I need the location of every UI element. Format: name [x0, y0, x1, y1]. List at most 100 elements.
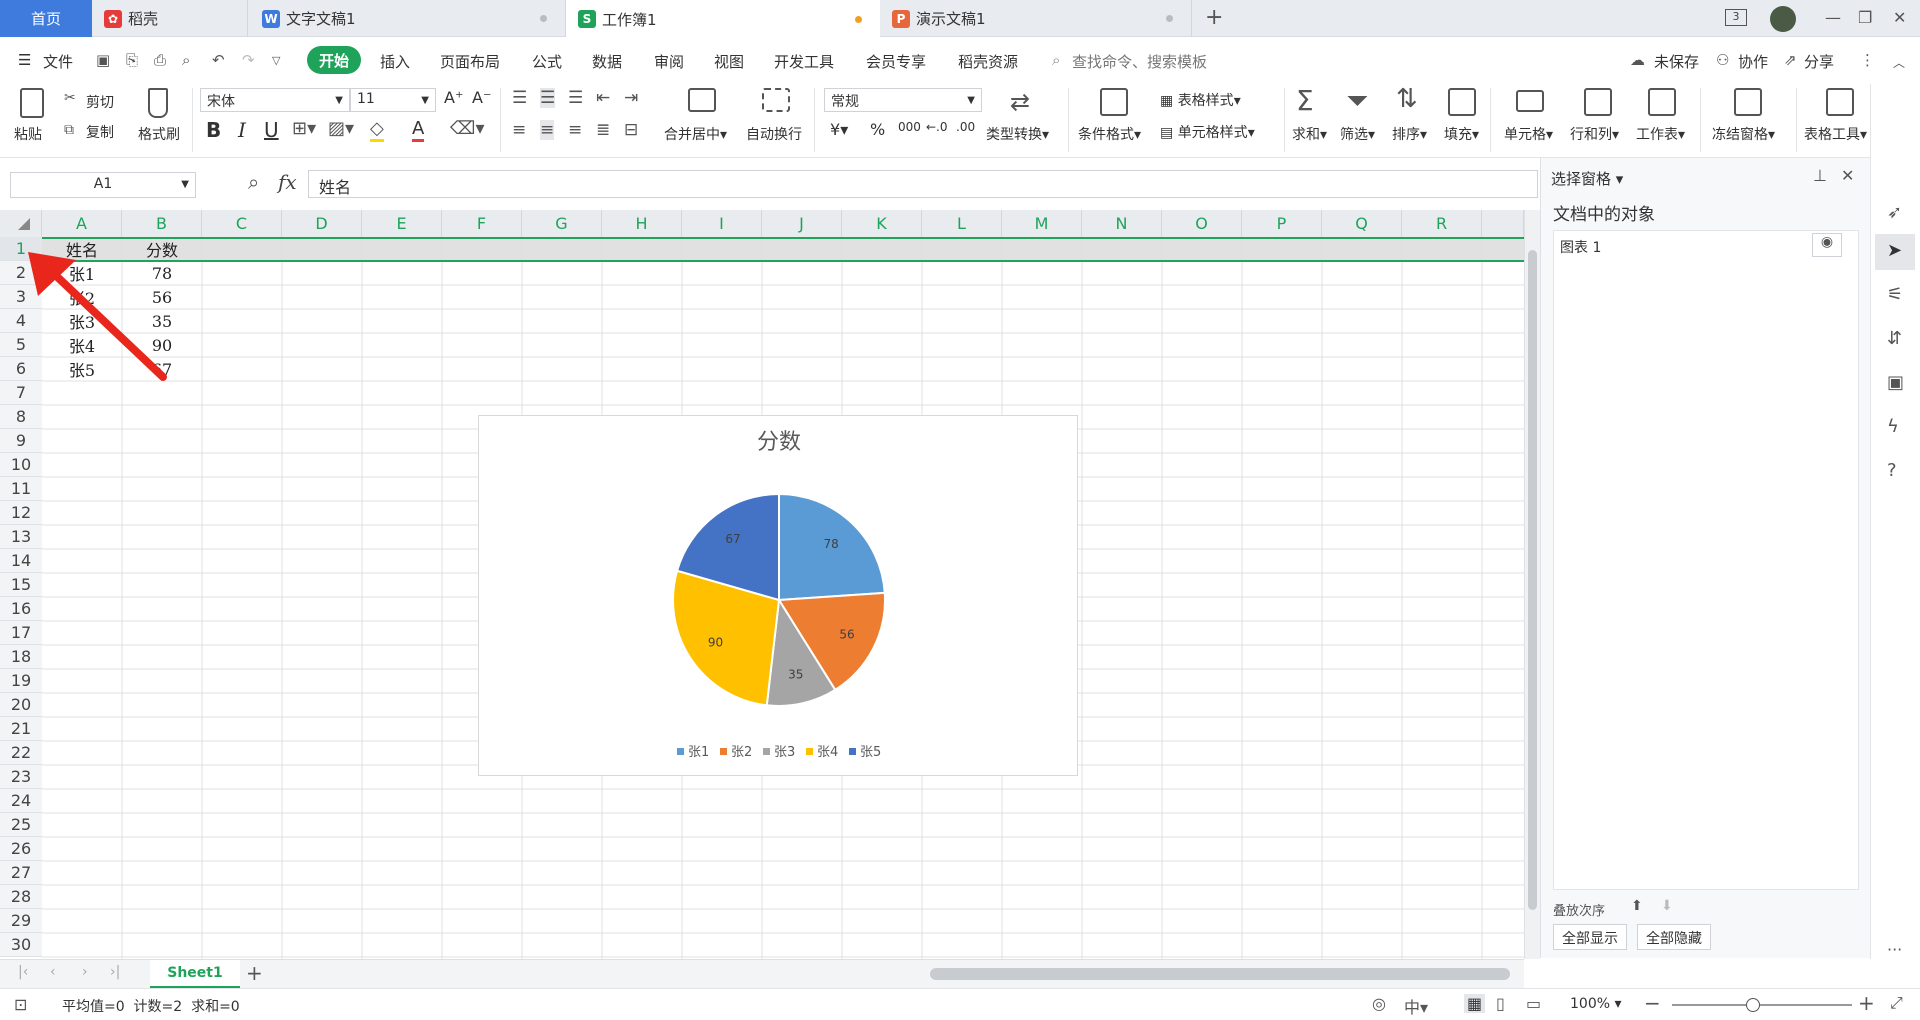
more-dots-icon[interactable]: ···: [1887, 940, 1902, 959]
image-edit-icon[interactable]: ▣: [1887, 372, 1904, 393]
row-header-11[interactable]: 11: [0, 477, 42, 501]
menu-data[interactable]: 数据: [592, 51, 622, 72]
tab-home[interactable]: 首页: [0, 0, 92, 37]
row-header-26[interactable]: 26: [0, 837, 42, 861]
cell-style-button[interactable]: ▤ 单元格样式▾: [1160, 122, 1255, 142]
column-header-C[interactable]: C: [202, 210, 282, 237]
column-header-O[interactable]: O: [1162, 210, 1242, 237]
tab-workbook[interactable]: S 工作簿1: [566, 0, 880, 38]
fill-button[interactable]: 填充▾: [1444, 124, 1479, 144]
number-format-select[interactable]: 常规 ▼: [824, 88, 982, 112]
share-button[interactable]: 分享: [1804, 51, 1834, 72]
column-header-Q[interactable]: Q: [1322, 210, 1402, 237]
cursor-icon[interactable]: ➤: [1887, 240, 1902, 261]
zoom-slider[interactable]: [1672, 1004, 1852, 1006]
align-middle-icon[interactable]: ☰: [540, 88, 556, 108]
collab-button[interactable]: 协作: [1738, 51, 1768, 72]
page-view-icon[interactable]: ▯: [1496, 994, 1505, 1013]
align-center-icon[interactable]: ≡: [540, 120, 555, 140]
indent-increase-icon[interactable]: ⇥: [624, 88, 638, 108]
print-icon[interactable]: ⎙: [154, 51, 166, 69]
pie-chart[interactable]: 分数 78 56 35 90 67 张1 张2 张3 张4 张5: [478, 415, 1078, 776]
paste-icon[interactable]: [20, 88, 44, 118]
row-header-15[interactable]: 15: [0, 573, 42, 597]
row-header-10[interactable]: 10: [0, 453, 42, 477]
menu-insert[interactable]: 插入: [380, 51, 410, 72]
tab-close-dot[interactable]: [540, 15, 547, 22]
rocket-icon[interactable]: ➶: [1887, 202, 1902, 223]
menu-developer[interactable]: 开发工具: [774, 51, 834, 72]
menu-daoke-resources[interactable]: 稻壳资源: [958, 51, 1018, 72]
vertical-scrollbar[interactable]: [1524, 210, 1540, 959]
hide-all-button[interactable]: 全部隐藏: [1637, 924, 1711, 950]
export-icon[interactable]: ⎘: [126, 51, 138, 69]
sort-button[interactable]: 排序▾: [1392, 124, 1427, 144]
filter-button[interactable]: 筛选▾: [1340, 124, 1375, 144]
tab-ppt[interactable]: P 演示文稿1: [880, 0, 1192, 37]
tab-close-dot[interactable]: [1166, 15, 1173, 22]
column-header-B[interactable]: B: [122, 210, 202, 237]
column-header-N[interactable]: N: [1082, 210, 1162, 237]
menu-formula[interactable]: 公式: [532, 51, 562, 72]
list-item[interactable]: 图表 1 ◉: [1554, 231, 1858, 261]
zoom-search-icon[interactable]: ⌕: [248, 170, 259, 194]
name-box[interactable]: A1 ▼: [10, 172, 196, 198]
conditional-format-button[interactable]: 条件格式▾: [1078, 124, 1141, 144]
unsaved-status[interactable]: 未保存: [1654, 51, 1699, 72]
prev-sheet-icon[interactable]: ‹: [50, 964, 56, 980]
row-header-9[interactable]: 9: [0, 429, 42, 453]
new-tab-icon[interactable]: +: [1205, 5, 1223, 30]
zoom-slider-handle[interactable]: [1746, 998, 1760, 1012]
lightning-icon[interactable]: ϟ: [1887, 416, 1899, 437]
row-header-30[interactable]: 30: [0, 933, 42, 957]
distribute-icon[interactable]: ⊟: [624, 120, 638, 140]
freeze-button[interactable]: 冻结窗格▾: [1712, 124, 1775, 144]
decimal-increase-icon[interactable]: ←.0: [926, 120, 948, 134]
fill-color-icon[interactable]: ◇: [370, 118, 384, 142]
more-icon[interactable]: ⋮: [1860, 51, 1875, 69]
zoom-out-icon[interactable]: −: [1644, 991, 1661, 1015]
thousands-icon[interactable]: 000: [898, 120, 921, 134]
column-header-L[interactable]: L: [922, 210, 1002, 237]
tab-daoke[interactable]: ✿ 稻壳: [92, 0, 248, 37]
sheet-tab-sheet1[interactable]: Sheet1: [150, 960, 240, 988]
row-header-22[interactable]: 22: [0, 741, 42, 765]
close-pane-icon[interactable]: ✕: [1841, 166, 1854, 185]
normal-view-icon[interactable]: ▦: [1464, 994, 1486, 1013]
copy-button[interactable]: 复制: [86, 122, 114, 142]
save-icon[interactable]: ▣: [96, 51, 110, 69]
fx-icon[interactable]: fx: [278, 170, 297, 194]
type-convert-button[interactable]: 类型转换▾: [986, 124, 1049, 144]
row-header-18[interactable]: 18: [0, 645, 42, 669]
zoom-level[interactable]: 100% ▾: [1570, 996, 1622, 1012]
unsaved-dot[interactable]: [855, 15, 862, 23]
avatar[interactable]: [1770, 6, 1796, 32]
column-header-J[interactable]: J: [762, 210, 842, 237]
move-down-icon[interactable]: ⬇: [1661, 898, 1673, 914]
macro-icon[interactable]: ⊡: [14, 995, 27, 1014]
row-header-12[interactable]: 12: [0, 501, 42, 525]
show-all-button[interactable]: 全部显示: [1553, 924, 1627, 950]
increase-font-icon[interactable]: A⁺: [444, 88, 463, 107]
settings-sliders-icon[interactable]: ⚟: [1887, 284, 1903, 305]
column-header-P[interactable]: P: [1242, 210, 1322, 237]
row-header-8[interactable]: 8: [0, 405, 42, 429]
table-style-button[interactable]: ▦ 表格样式▾: [1160, 90, 1241, 110]
column-header-H[interactable]: H: [602, 210, 682, 237]
first-sheet-icon[interactable]: |‹: [18, 964, 28, 980]
align-left-icon[interactable]: ≡: [512, 120, 526, 140]
fill-pattern-icon[interactable]: ▨▾: [328, 118, 354, 139]
quick-access-chevron-icon[interactable]: ▽: [272, 54, 280, 67]
window-count-badge[interactable]: 3: [1725, 9, 1747, 26]
column-header-A[interactable]: A: [42, 210, 122, 237]
spreadsheet-grid[interactable]: ABCDEFGHIJKLMNOPQR 1 2 3 4 5 6 7 8 9 10 11 12 13 14 15…: [0, 210, 1524, 959]
cell-button[interactable]: 单元格▾: [1504, 124, 1553, 144]
zoom-in-icon[interactable]: +: [1858, 991, 1875, 1015]
column-header-D[interactable]: D: [282, 210, 362, 237]
table-tools-button[interactable]: 表格工具▾: [1804, 124, 1867, 144]
menu-review[interactable]: 审阅: [654, 51, 684, 72]
menu-file[interactable]: 文件: [43, 51, 73, 72]
row-header-28[interactable]: 28: [0, 885, 42, 909]
wrap-text-button[interactable]: 自动换行: [746, 124, 802, 144]
row-header-20[interactable]: 20: [0, 693, 42, 717]
